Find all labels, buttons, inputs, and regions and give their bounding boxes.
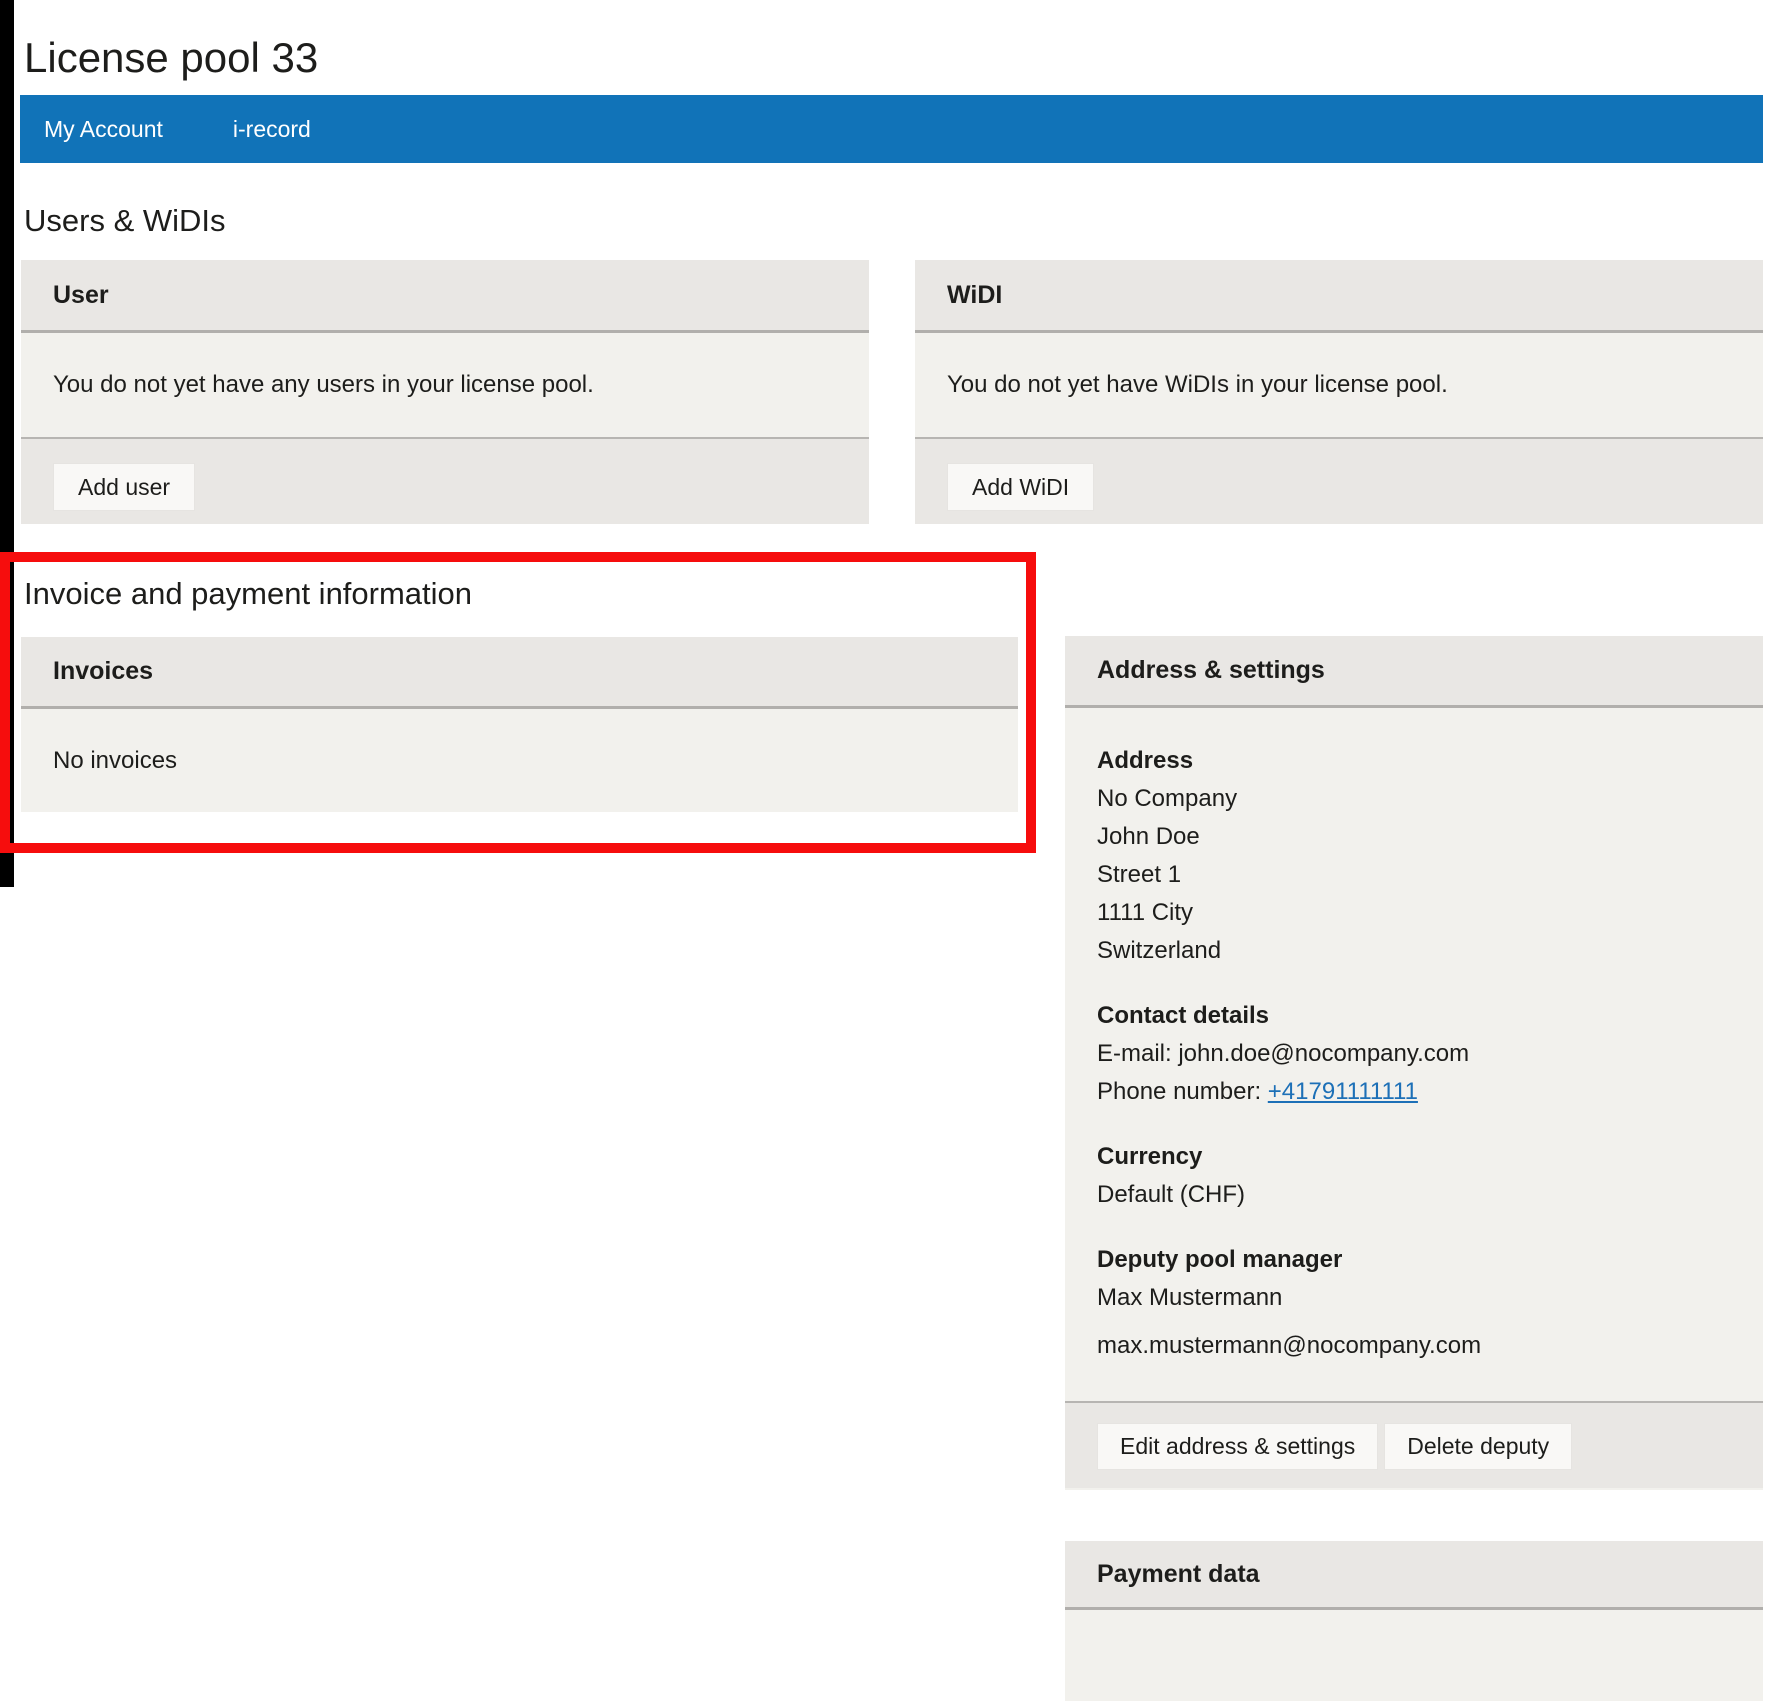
user-card: User You do not yet have any users in yo… bbox=[21, 260, 869, 524]
no-invoices-message: No invoices bbox=[53, 747, 177, 775]
user-card-header: User bbox=[21, 260, 869, 333]
add-user-button[interactable]: Add user bbox=[53, 463, 195, 511]
address-settings-title: Address & settings bbox=[1097, 656, 1325, 685]
screenshot-edge-artifact bbox=[0, 0, 14, 887]
deputy-name: Max Mustermann bbox=[1097, 1279, 1763, 1317]
deputy-email: max.mustermann@nocompany.com bbox=[1097, 1327, 1763, 1365]
address-line-company: No Company bbox=[1097, 780, 1763, 818]
phone-label: Phone number: bbox=[1097, 1078, 1268, 1105]
payment-data-header: Payment data bbox=[1065, 1541, 1763, 1610]
user-card-title: User bbox=[53, 281, 109, 310]
nav-item-my-account[interactable]: My Account bbox=[44, 116, 163, 143]
delete-deputy-button[interactable]: Delete deputy bbox=[1384, 1423, 1572, 1470]
user-empty-message: You do not yet have any users in your li… bbox=[53, 371, 594, 399]
nav-item-i-record[interactable]: i-record bbox=[233, 116, 311, 143]
contact-email-line: E-mail: john.doe@nocompany.com bbox=[1097, 1035, 1763, 1073]
address-settings-body: Address No Company John Doe Street 1 111… bbox=[1065, 708, 1763, 1401]
payment-data-card: Payment data bbox=[1065, 1541, 1763, 1701]
widi-card-header: WiDI bbox=[915, 260, 1763, 333]
section-heading-users-widis: Users & WiDIs bbox=[24, 203, 226, 239]
address-settings-footer: Edit address & settingsDelete deputy bbox=[1065, 1401, 1763, 1488]
widi-card-footer: Add WiDI bbox=[915, 437, 1763, 524]
invoices-card: Invoices No invoices bbox=[21, 637, 1018, 812]
contact-phone-line: Phone number: +41791111111 bbox=[1097, 1073, 1763, 1111]
address-line-name: John Doe bbox=[1097, 818, 1763, 856]
payment-data-body bbox=[1065, 1610, 1763, 1700]
contact-details-label: Contact details bbox=[1097, 997, 1763, 1035]
deputy-label: Deputy pool manager bbox=[1097, 1241, 1763, 1279]
edit-address-settings-button[interactable]: Edit address & settings bbox=[1097, 1423, 1378, 1470]
section-heading-invoice-payment: Invoice and payment information bbox=[24, 576, 472, 612]
add-widi-button[interactable]: Add WiDI bbox=[947, 463, 1094, 511]
currency-label: Currency bbox=[1097, 1138, 1763, 1176]
widi-card-title: WiDI bbox=[947, 281, 1002, 310]
widi-card-body: You do not yet have WiDIs in your licens… bbox=[915, 333, 1763, 437]
address-settings-header: Address & settings bbox=[1065, 636, 1763, 708]
invoices-card-header: Invoices bbox=[21, 637, 1018, 709]
address-settings-card: Address & settings Address No Company Jo… bbox=[1065, 636, 1763, 1490]
main-nav: My Account i-record bbox=[20, 95, 1763, 163]
widi-empty-message: You do not yet have WiDIs in your licens… bbox=[947, 371, 1448, 399]
payment-data-title: Payment data bbox=[1097, 1560, 1260, 1589]
widi-card: WiDI You do not yet have WiDIs in your l… bbox=[915, 260, 1763, 524]
page-title: License pool 33 bbox=[24, 34, 318, 82]
address-label: Address bbox=[1097, 742, 1763, 780]
address-line-city: 1111 City bbox=[1097, 894, 1763, 932]
address-line-country: Switzerland bbox=[1097, 932, 1763, 970]
page: { "page": { "title": "License pool 33" }… bbox=[0, 0, 1765, 1650]
currency-value: Default (CHF) bbox=[1097, 1176, 1763, 1214]
invoices-card-body: No invoices bbox=[21, 709, 1018, 812]
user-card-body: You do not yet have any users in your li… bbox=[21, 333, 869, 437]
phone-number-link[interactable]: +41791111111 bbox=[1268, 1078, 1418, 1105]
invoices-card-title: Invoices bbox=[53, 657, 153, 686]
address-line-street: Street 1 bbox=[1097, 856, 1763, 894]
user-card-footer: Add user bbox=[21, 437, 869, 524]
